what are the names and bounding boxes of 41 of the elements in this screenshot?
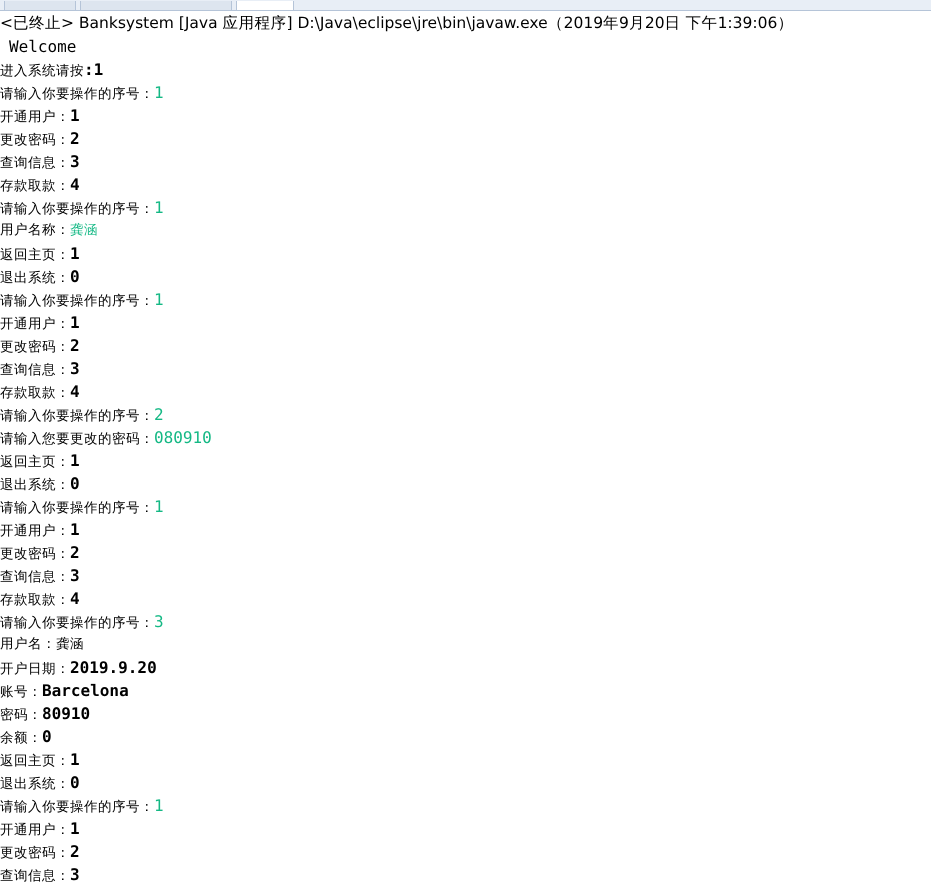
console-line: 余额：0 <box>0 726 52 748</box>
console-line: 进入系统请按:1 <box>0 59 104 81</box>
console-line: 开通用户：1 <box>0 818 80 840</box>
console-line: 更改密码：2 <box>0 542 80 564</box>
console-line: 退出系统：0 <box>0 473 80 495</box>
console-line: 开通用户：1 <box>0 105 80 127</box>
console-line: 更改密码：2 <box>0 841 80 863</box>
console-line: 请输入你要操作的序号：1 <box>0 82 164 104</box>
console-line: 查询信息：3 <box>0 358 80 380</box>
console-line: 退出系统：0 <box>0 772 80 794</box>
console-line: 存款取款：4 <box>0 588 80 610</box>
console-line: 退出系统：0 <box>0 266 80 288</box>
console-line: 开通用户：1 <box>0 312 80 334</box>
console-line: 开通用户：1 <box>0 519 80 541</box>
console-line: 存款取款：4 <box>0 174 80 196</box>
console-line: 查询信息：3 <box>0 864 80 886</box>
console-line: 开户日期：2019.9.20 <box>0 657 157 679</box>
console-line: 存款取款：4 <box>0 381 80 403</box>
tab[interactable] <box>4 1 76 10</box>
console-line: 更改密码：2 <box>0 335 80 357</box>
console-line: 返回主页：1 <box>0 450 80 472</box>
tab[interactable] <box>236 1 294 10</box>
console-line: 密码：80910 <box>0 703 90 725</box>
console-line: 更改密码：2 <box>0 128 80 150</box>
console-line: 用户名：龚涵 <box>0 635 84 654</box>
tab[interactable] <box>80 1 232 10</box>
console-line: 返回主页：1 <box>0 749 80 771</box>
console-line: 返回主页：1 <box>0 243 80 265</box>
console-line: 查询信息：3 <box>0 565 80 587</box>
console-line: 请输入你要操作的序号：2 <box>0 404 164 426</box>
console-line: 请输入你要操作的序号：1 <box>0 496 164 518</box>
console-line: 用户名称：龚涵 <box>0 221 98 240</box>
console-line: 请输入你要操作的序号：1 <box>0 289 164 311</box>
console-line: 请输入你要操作的序号：1 <box>0 795 164 817</box>
console-title: <已终止> Banksystem [Java 应用程序] D:\Java\eclipse\jre\bin\javaw.exe（2019年9月20日 下午1:39:06） <box>0 13 794 34</box>
console-line: Welcome <box>8 36 76 58</box>
console-line: 请输入您要更改的密码：080910 <box>0 427 212 449</box>
console-line: 请输入你要操作的序号：3 <box>0 611 164 633</box>
console-line: 账号：Barcelona <box>0 680 129 702</box>
console-line: 查询信息：3 <box>0 151 80 173</box>
console-line: 请输入你要操作的序号：1 <box>0 197 164 219</box>
